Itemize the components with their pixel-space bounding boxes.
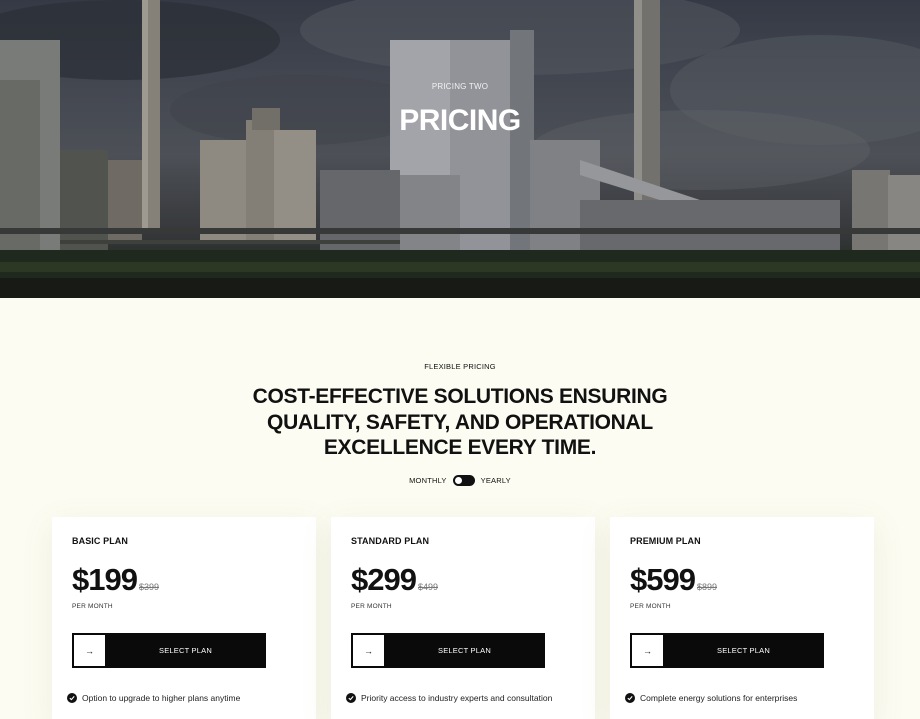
- check-circle-icon: [67, 693, 77, 703]
- feature-text: Priority access to industry experts and …: [361, 693, 553, 703]
- plan-old-price: $899: [696, 582, 717, 592]
- plan-old-price: $399: [138, 582, 159, 592]
- select-plan-label: SELECT PLAN: [717, 646, 770, 655]
- price-row: $299 $499: [351, 562, 438, 598]
- select-plan-label: SELECT PLAN: [159, 646, 212, 655]
- plan-price: $599: [630, 562, 696, 597]
- pricing-card-premium: PREMIUM PLAN $599 $899 PER MONTH → SELEC…: [610, 517, 874, 719]
- check-circle-icon: [625, 693, 635, 703]
- plan-price: $199: [72, 562, 138, 597]
- feature-item: Priority access to industry experts and …: [346, 693, 552, 703]
- plan-price: $299: [351, 562, 417, 597]
- section-heading: COST-EFFECTIVE SOLUTIONS ENSURING QUALIT…: [252, 385, 668, 459]
- plan-period: PER MONTH: [72, 603, 113, 610]
- yearly-label[interactable]: YEARLY: [481, 476, 511, 485]
- select-plan-label: SELECT PLAN: [438, 646, 491, 655]
- select-plan-button[interactable]: → SELECT PLAN: [351, 633, 545, 668]
- feature-text: Option to upgrade to higher plans anytim…: [82, 693, 241, 703]
- hero-eyebrow: PRICING TWO: [431, 82, 489, 91]
- monthly-label[interactable]: MONTHLY: [409, 476, 447, 485]
- page-title: PRICING: [399, 104, 521, 137]
- plan-name: BASIC PLAN: [72, 536, 129, 546]
- arrow-right-icon: →: [632, 635, 663, 666]
- select-plan-button[interactable]: → SELECT PLAN: [72, 633, 266, 668]
- arrow-right-icon: →: [74, 635, 105, 666]
- check-circle-icon: [346, 693, 356, 703]
- price-row: $599 $899: [630, 562, 717, 598]
- feature-item: Option to upgrade to higher plans anytim…: [67, 693, 240, 703]
- price-row: $199 $399: [72, 562, 159, 598]
- plan-name: STANDARD PLAN: [351, 536, 430, 546]
- plan-period: PER MONTH: [630, 603, 671, 610]
- hero-banner: PRICING TWO PRICING: [0, 0, 920, 298]
- section-eyebrow: FLEXIBLE PRICING: [424, 362, 496, 371]
- feature-text: Complete energy solutions for enterprise…: [640, 693, 798, 703]
- switch-knob: [454, 477, 462, 484]
- plan-period: PER MONTH: [351, 603, 392, 610]
- billing-switch[interactable]: [452, 475, 475, 486]
- billing-toggle: MONTHLY YEARLY: [0, 475, 920, 486]
- pricing-card-basic: BASIC PLAN $199 $399 PER MONTH → SELECT …: [52, 517, 316, 719]
- select-plan-button[interactable]: → SELECT PLAN: [630, 633, 824, 668]
- pricing-card-standard: STANDARD PLAN $299 $499 PER MONTH → SELE…: [331, 517, 595, 719]
- arrow-right-icon: →: [353, 635, 384, 666]
- plan-old-price: $499: [417, 582, 438, 592]
- plan-name: PREMIUM PLAN: [630, 536, 701, 546]
- feature-item: Complete energy solutions for enterprise…: [625, 693, 797, 703]
